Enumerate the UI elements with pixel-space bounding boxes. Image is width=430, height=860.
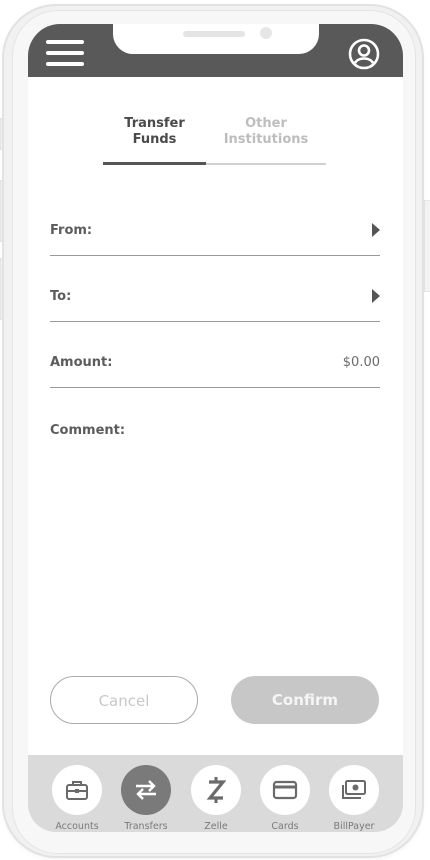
transfer-tabs: Transfer Funds Other Institutions xyxy=(103,116,326,166)
to-chevron-right-icon xyxy=(372,289,380,303)
from-field[interactable]: From: xyxy=(50,223,380,256)
speaker-grille xyxy=(183,31,245,37)
nav-item-cards[interactable]: Cards xyxy=(255,765,315,832)
amount-value[interactable]: $0.00 xyxy=(343,355,380,370)
active-tab-indicator xyxy=(103,162,206,165)
nav-label-accounts: Accounts xyxy=(55,821,99,832)
confirm-button[interactable]: Confirm xyxy=(231,676,379,724)
nav-label-cards: Cards xyxy=(271,821,299,832)
tab-other-institutions[interactable]: Other Institutions xyxy=(206,116,326,148)
zelle-icon xyxy=(191,765,241,815)
nav-label-transfers: Transfers xyxy=(124,821,168,832)
profile-icon[interactable] xyxy=(348,38,380,70)
tab-transfer-funds-line2: Funds xyxy=(132,132,177,147)
from-label: From: xyxy=(50,223,93,238)
to-label: To: xyxy=(50,289,72,304)
nav-item-billpayer[interactable]: BillPayer xyxy=(324,765,384,832)
bill-icon xyxy=(329,765,379,815)
nav-label-zelle: Zelle xyxy=(204,821,228,832)
card-icon xyxy=(260,765,310,815)
amount-label: Amount: xyxy=(50,355,113,370)
briefcase-icon xyxy=(52,765,102,815)
tab-transfer-funds-line1: Transfer xyxy=(124,116,185,131)
amount-field[interactable]: Amount: $0.00 xyxy=(50,355,380,388)
cancel-button[interactable]: Cancel xyxy=(50,676,198,724)
nav-item-accounts[interactable]: Accounts xyxy=(47,765,107,832)
inactive-tab-underline xyxy=(206,163,326,165)
tab-other-institutions-line2: Institutions xyxy=(223,132,309,147)
camera-dot xyxy=(260,27,272,39)
from-chevron-right-icon xyxy=(372,223,380,237)
nav-item-zelle[interactable]: Zelle xyxy=(186,765,246,832)
comment-input[interactable] xyxy=(50,444,380,654)
phone-notch xyxy=(113,24,319,54)
transfer-arrows-icon xyxy=(121,765,171,815)
comment-label: Comment: xyxy=(50,423,126,438)
tab-other-institutions-line1: Other xyxy=(245,116,287,131)
to-field[interactable]: To: xyxy=(50,289,380,322)
bottom-navigation: Accounts Transfers Zelle Cards BillPayer xyxy=(28,755,403,832)
nav-label-billpayer: BillPayer xyxy=(333,821,375,832)
nav-item-transfers[interactable]: Transfers xyxy=(116,765,176,832)
menu-icon[interactable] xyxy=(46,40,84,68)
app-screen: Transfer Funds Other Institutions From: … xyxy=(28,24,403,832)
background-panel-right-1 xyxy=(424,200,430,292)
tab-transfer-funds[interactable]: Transfer Funds xyxy=(103,116,206,148)
header-bar xyxy=(28,24,403,77)
